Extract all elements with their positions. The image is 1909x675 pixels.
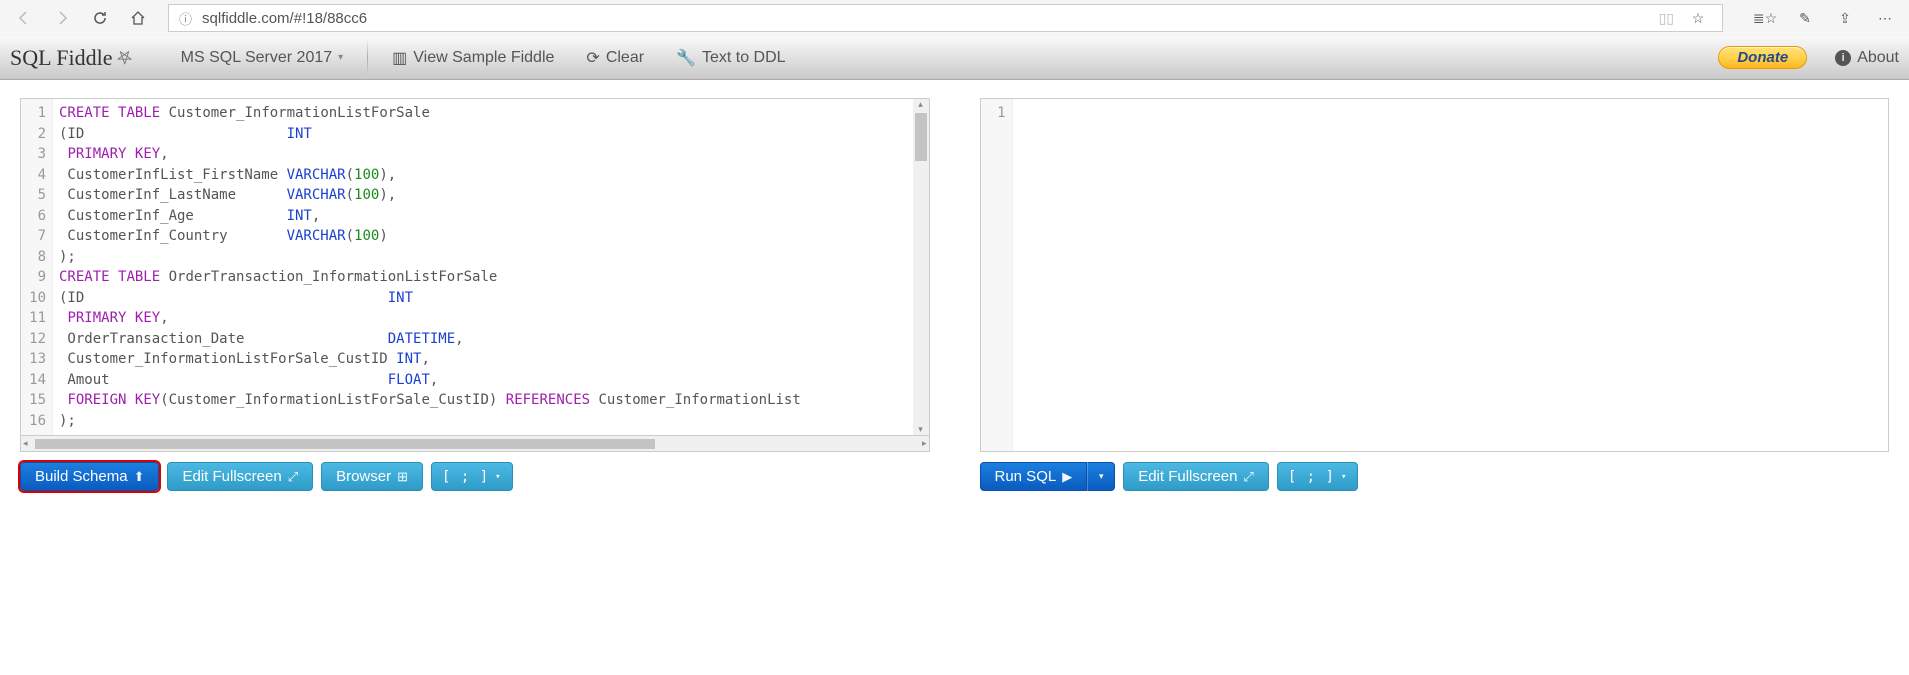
refresh-icon — [92, 10, 108, 26]
browser-toolbar: ⓘ sqlfiddle.com/#!18/88cc6 ▯▯ ☆ ≣☆ ✎ ⇪ ⋯ — [0, 0, 1909, 36]
caret-down-icon: ▾ — [1099, 471, 1104, 482]
schema-button-row: Build Schema ⬆ Edit Fullscreen ⤢ Browser… — [20, 462, 930, 491]
expand-icon: ⤢ — [1243, 469, 1253, 485]
query-edit-fullscreen-button[interactable]: Edit Fullscreen ⤢ — [1123, 462, 1269, 491]
schema-line-gutter: 12345678910111213141516 — [21, 99, 53, 435]
brand-text: SQL Fiddle — [10, 45, 112, 71]
nav-divider — [367, 40, 368, 76]
schema-scrollbar-horizontal[interactable] — [20, 436, 930, 452]
scrollbar-thumb[interactable] — [35, 439, 655, 449]
view-sample-fiddle[interactable]: ▥ View Sample Fiddle — [378, 44, 568, 72]
clear-label: Clear — [606, 49, 644, 67]
terminator-label: [ ; ] — [1288, 469, 1335, 485]
browser-button[interactable]: Browser ⊞ — [321, 462, 423, 491]
schema-editor[interactable]: 12345678910111213141516 CREATE TABLE Cus… — [20, 98, 930, 436]
home-icon — [130, 10, 146, 26]
run-sql-split-button: Run SQL ▶ ▾ — [980, 462, 1116, 491]
run-sql-label: Run SQL — [995, 468, 1057, 485]
about-label: About — [1857, 49, 1899, 67]
query-button-row: Run SQL ▶ ▾ Edit Fullscreen ⤢ [ ; ] ▾ — [980, 462, 1890, 491]
caret-down-icon: ▾ — [1341, 472, 1347, 482]
query-code-area[interactable] — [1013, 99, 1889, 451]
scrollbar-thumb[interactable] — [915, 113, 927, 161]
terminator-label: [ ; ] — [442, 469, 489, 485]
about-link[interactable]: i About — [1811, 49, 1899, 67]
schema-pane: 12345678910111213141516 CREATE TABLE Cus… — [20, 98, 930, 491]
query-line-gutter: 1 — [981, 99, 1013, 451]
edit-fullscreen-label: Edit Fullscreen — [1138, 468, 1237, 485]
caret-down-icon: ▾ — [495, 472, 501, 482]
text-to-ddl-label: Text to DDL — [702, 49, 786, 67]
browser-label: Browser — [336, 468, 391, 485]
view-sample-label: View Sample Fiddle — [413, 49, 554, 67]
home-button[interactable] — [122, 4, 154, 32]
share-icon[interactable]: ⇪ — [1829, 4, 1861, 32]
play-icon: ▶ — [1062, 469, 1072, 485]
main-area: 12345678910111213141516 CREATE TABLE Cus… — [0, 80, 1909, 509]
arrow-right-icon — [54, 10, 70, 26]
build-schema-button[interactable]: Build Schema ⬆ — [20, 462, 159, 491]
favorites-list-icon[interactable]: ≣☆ — [1749, 4, 1781, 32]
brand[interactable]: SQL Fiddle 𖤐 — [10, 45, 163, 71]
query-terminator-button[interactable]: [ ; ] ▾ — [1277, 462, 1359, 491]
forward-button[interactable] — [46, 4, 78, 32]
more-icon[interactable]: ⋯ — [1869, 4, 1901, 32]
expand-icon: ⤢ — [288, 469, 298, 485]
refresh-button[interactable] — [84, 4, 116, 32]
upload-icon: ⬆ — [134, 469, 145, 485]
tree-icon: ⊞ — [397, 469, 408, 485]
schema-code-area[interactable]: CREATE TABLE Customer_InformationListFor… — [53, 99, 913, 435]
reading-view-icon[interactable]: ▯▯ — [1659, 10, 1674, 27]
info-icon: i — [1835, 50, 1851, 66]
back-button[interactable] — [8, 4, 40, 32]
build-schema-label: Build Schema — [35, 468, 128, 485]
app-navbar: SQL Fiddle 𖤐 MS SQL Server 2017 ▾ ▥ View… — [0, 36, 1909, 80]
site-info-icon[interactable]: ⓘ — [179, 9, 192, 28]
favorite-star-icon[interactable]: ☆ — [1684, 10, 1712, 27]
db-type-label: MS SQL Server 2017 — [181, 49, 332, 67]
edit-fullscreen-label: Edit Fullscreen — [182, 468, 281, 485]
query-pane: 1 Run SQL ▶ ▾ Edit Fullscreen ⤢ [ ; ] ▾ — [980, 98, 1890, 491]
arrow-left-icon — [16, 10, 32, 26]
run-sql-button[interactable]: Run SQL ▶ — [980, 462, 1088, 491]
query-editor[interactable]: 1 — [980, 98, 1890, 452]
address-bar[interactable]: ⓘ sqlfiddle.com/#!18/88cc6 ▯▯ ☆ — [168, 4, 1723, 32]
schema-scrollbar-vertical[interactable] — [913, 99, 929, 435]
notes-icon[interactable]: ✎ — [1789, 4, 1821, 32]
text-to-ddl[interactable]: 🔧 Text to DDL — [662, 44, 800, 72]
donate-label: Donate — [1737, 49, 1788, 66]
url-text: sqlfiddle.com/#!18/88cc6 — [202, 10, 1649, 27]
run-sql-dropdown[interactable]: ▾ — [1087, 462, 1115, 491]
brand-logo-icon: 𖤐 — [116, 46, 132, 70]
refresh-icon: ⟳ — [586, 48, 599, 68]
schema-terminator-button[interactable]: [ ; ] ▾ — [431, 462, 513, 491]
caret-down-icon: ▾ — [338, 52, 343, 63]
wrench-icon: 🔧 — [676, 48, 696, 68]
db-type-selector[interactable]: MS SQL Server 2017 ▾ — [167, 45, 358, 71]
clear-button[interactable]: ⟳ Clear — [572, 44, 658, 72]
window-icon: ▥ — [392, 48, 407, 68]
schema-edit-fullscreen-button[interactable]: Edit Fullscreen ⤢ — [167, 462, 313, 491]
donate-button[interactable]: Donate — [1718, 46, 1807, 69]
